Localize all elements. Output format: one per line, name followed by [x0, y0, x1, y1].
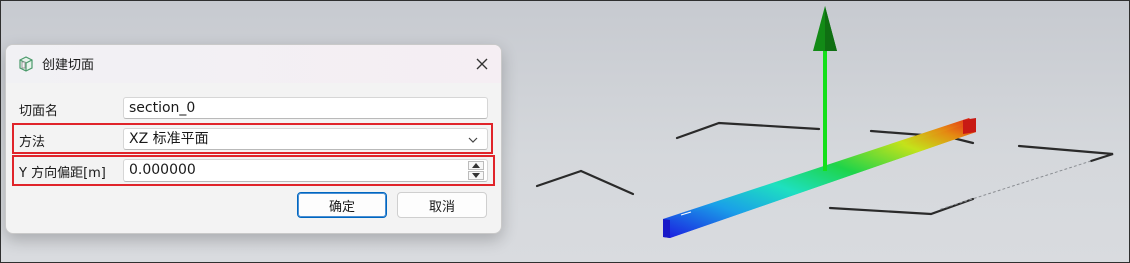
spin-down-button[interactable]	[468, 171, 484, 180]
section-plane-icon	[19, 56, 33, 72]
y-offset-spinner	[468, 161, 484, 181]
dialog-title: 创建切面	[42, 58, 95, 73]
section-name-input[interactable]: section_0	[123, 97, 488, 119]
y-offset-value: 0.000000	[129, 162, 196, 178]
cancel-button[interactable]: 取消	[397, 192, 487, 218]
y-axis-arrow	[813, 6, 837, 171]
method-label: 方法	[19, 135, 46, 150]
method-select[interactable]: XZ 标准平面	[123, 128, 488, 150]
caret-up-icon	[472, 163, 480, 168]
dialog-titlebar: 创建切面	[6, 45, 501, 83]
3d-viewport[interactable]: 创建切面 切面名 section_0 方法 XZ 标准平面 Y 方向偏距[m] …	[0, 0, 1130, 263]
colored-beam	[663, 118, 976, 238]
ok-button[interactable]: 确定	[297, 192, 387, 218]
method-select-value: XZ 标准平面	[129, 131, 209, 147]
close-icon	[476, 58, 488, 70]
section-name-label: 切面名	[19, 104, 59, 119]
chevron-down-icon	[468, 137, 478, 143]
spin-up-button[interactable]	[468, 161, 484, 170]
create-section-dialog: 创建切面 切面名 section_0 方法 XZ 标准平面 Y 方向偏距[m] …	[5, 44, 502, 234]
y-offset-label: Y 方向偏距[m]	[19, 166, 106, 181]
caret-down-icon	[472, 173, 480, 178]
y-offset-input[interactable]: 0.000000	[123, 159, 488, 182]
close-button[interactable]	[471, 53, 493, 75]
